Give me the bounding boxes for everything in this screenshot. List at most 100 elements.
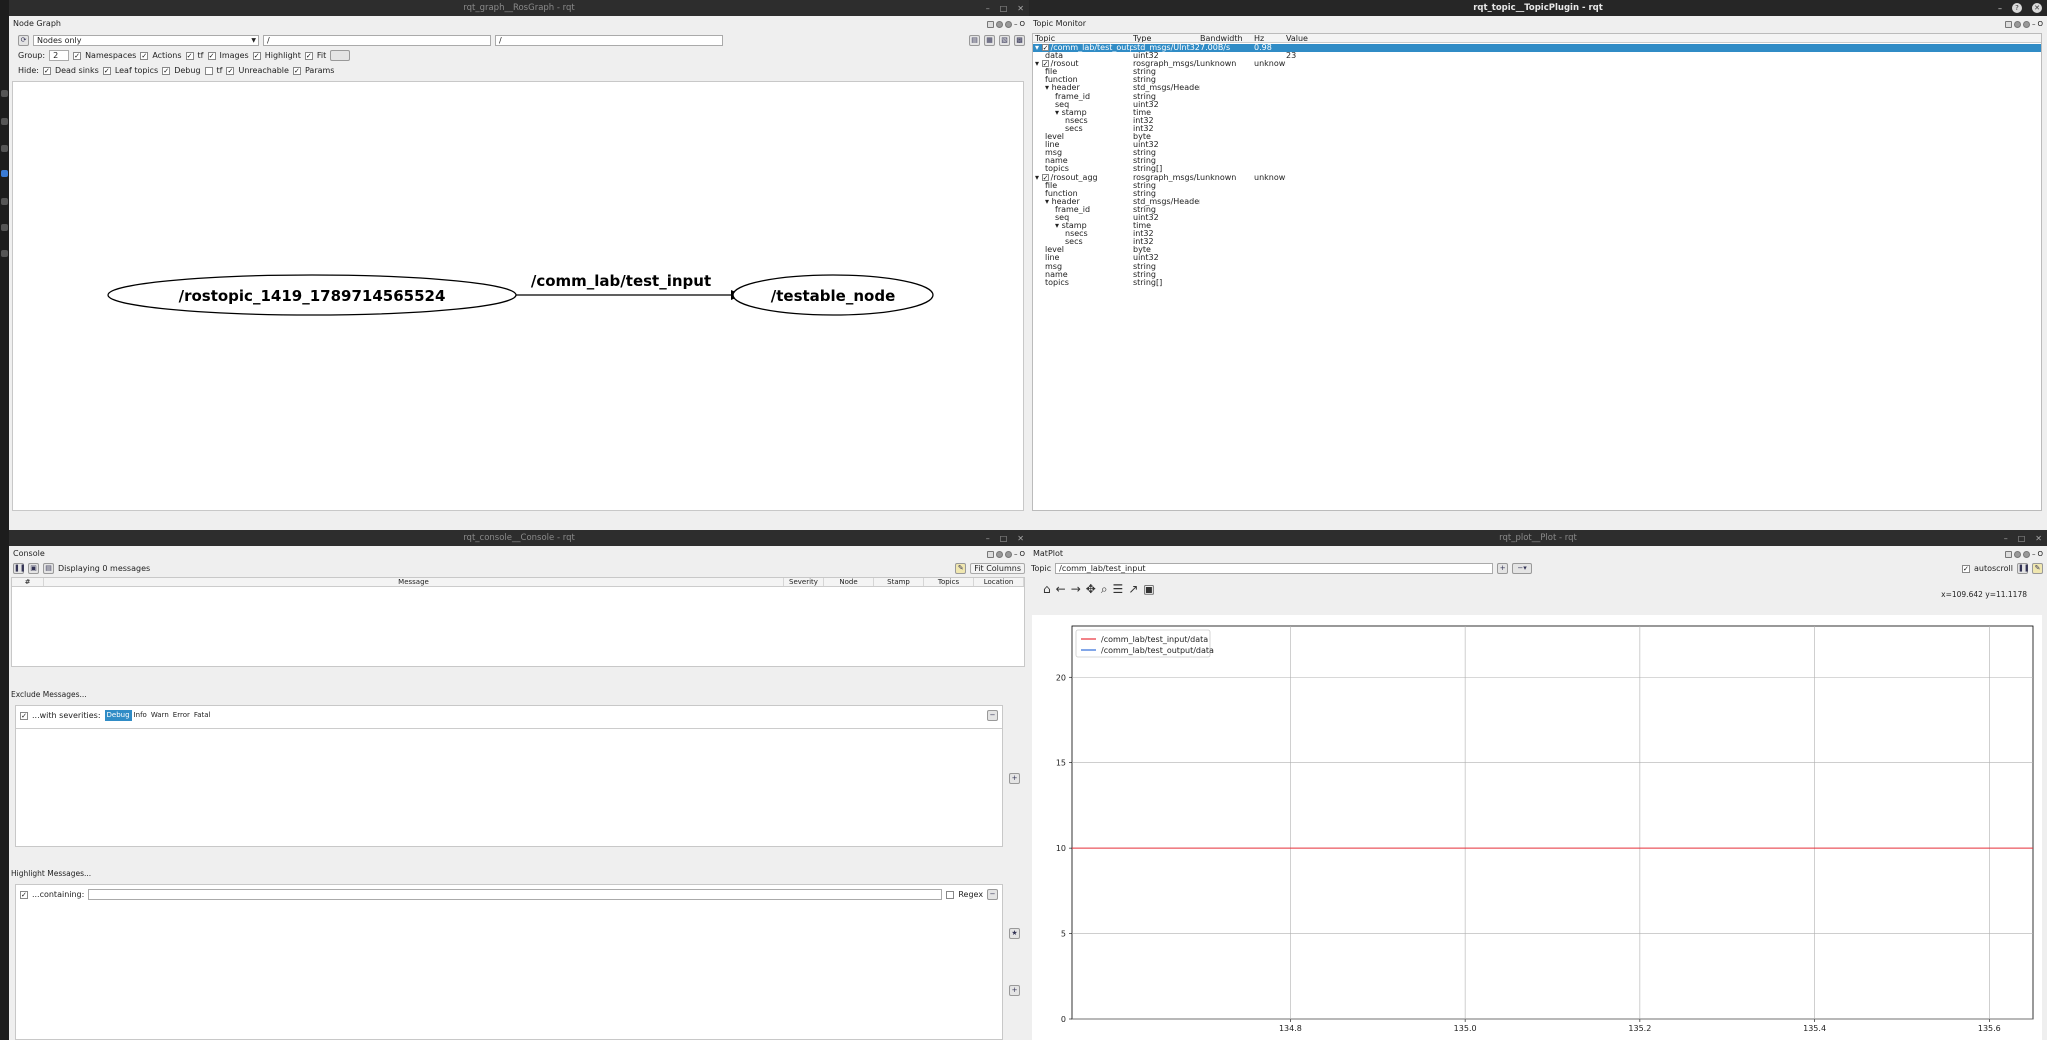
topic-row[interactable]: topics string[] <box>1033 279 2041 287</box>
topic-row[interactable]: ▾ header std_msgs/Header <box>1033 84 2041 92</box>
column-header-topics[interactable]: Topics <box>924 578 974 586</box>
topic-row[interactable]: line uint32 <box>1033 141 2041 149</box>
tf-hide-checkbox[interactable] <box>204 66 213 75</box>
refresh-icon[interactable]: ⟳ <box>18 35 29 46</box>
pause-icon[interactable]: ❚❚ <box>13 563 26 574</box>
group-spinbox[interactable]: 2 <box>49 50 70 61</box>
topic-row[interactable]: function string <box>1033 76 2041 84</box>
fit-checkbox[interactable]: ✓ <box>304 51 313 60</box>
column-header-stamp[interactable]: Stamp <box>874 578 924 586</box>
reload-icon[interactable] <box>2013 20 2021 28</box>
column-header-number[interactable]: # <box>12 578 44 586</box>
severity-option[interactable]: Debug <box>104 710 132 721</box>
topic-row[interactable]: name string <box>1033 271 2041 279</box>
help-icon[interactable] <box>986 20 994 28</box>
column-header-hz[interactable]: Hz <box>1254 34 1286 42</box>
topic-row[interactable]: secs int32 <box>1033 238 2041 246</box>
column-header-severity[interactable]: Severity <box>784 578 824 586</box>
topic-row[interactable]: frame_id string <box>1033 93 2041 101</box>
minimize-icon[interactable]: – <box>1014 18 1018 30</box>
leaf-topics-checkbox[interactable]: ✓ <box>102 66 111 75</box>
help-icon[interactable] <box>2004 550 2012 558</box>
topic-row[interactable]: ▾ stamp time <box>1033 109 2041 117</box>
forward-icon[interactable]: → <box>1071 582 1081 597</box>
topic-filter-input[interactable]: / <box>495 35 723 46</box>
topic-row[interactable]: level byte <box>1033 246 2041 254</box>
add-highlight-filter-icon[interactable]: + <box>1009 985 1020 996</box>
column-header-location[interactable]: Location <box>974 578 1024 586</box>
autoscroll-checkbox[interactable]: ✓ <box>1961 564 1970 573</box>
maximize-icon[interactable]: □ <box>1000 534 1008 543</box>
topic-row[interactable]: ▾ header std_msgs/Header <box>1033 198 2041 206</box>
reload-icon[interactable] <box>2013 550 2021 558</box>
close-icon[interactable]: ✕ <box>1017 534 1024 543</box>
topic-row[interactable]: nsecs int32 <box>1033 117 2041 125</box>
topic-row[interactable]: file string <box>1033 182 2041 190</box>
reload-icon[interactable] <box>995 20 1003 28</box>
topic-row[interactable]: msg string <box>1033 149 2041 157</box>
close-icon[interactable]: ✕ <box>1017 4 1024 13</box>
fit-columns-button[interactable]: Fit Columns <box>970 563 1025 574</box>
images-checkbox[interactable]: ✓ <box>207 51 216 60</box>
help-icon[interactable]: ? <box>2012 3 2022 13</box>
launcher-app-icon[interactable] <box>1 118 8 125</box>
close-icon[interactable]: ✕ <box>2035 534 2042 543</box>
plot-canvas[interactable]: 134.8 135.0 135.2 135.4 135.6 0 5 10 15 20/comm_l… <box>1032 615 2042 1040</box>
close-icon[interactable]: O <box>2037 18 2043 30</box>
topic-row[interactable]: seq uint32 <box>1033 214 2041 222</box>
node-filter-input[interactable]: / <box>263 35 491 46</box>
params-checkbox[interactable]: ✓ <box>292 66 301 75</box>
remove-topic-icon[interactable]: −▾ <box>1512 563 1533 574</box>
reload-icon[interactable] <box>995 550 1003 558</box>
debug-checkbox[interactable]: ✓ <box>162 66 171 75</box>
zoom-icon[interactable]: ⌕ <box>1101 582 1108 597</box>
save-image-icon[interactable]: ▩ <box>1014 35 1025 46</box>
options-icon[interactable] <box>2022 550 2030 558</box>
clear-icon[interactable]: ✎ <box>955 563 967 574</box>
options-icon[interactable] <box>1004 20 1012 28</box>
save-svg-icon[interactable]: ▧ <box>999 35 1010 46</box>
namespaces-checkbox[interactable]: ✓ <box>73 51 82 60</box>
unreachable-checkbox[interactable]: ✓ <box>226 66 235 75</box>
options-icon[interactable] <box>2022 20 2030 28</box>
topic-row[interactable]: file string <box>1033 68 2041 76</box>
launcher-app-icon[interactable] <box>1 170 8 177</box>
topic-row[interactable]: topics string[] <box>1033 165 2041 173</box>
minimize-icon[interactable]: – <box>2032 548 2036 560</box>
tf-checkbox[interactable]: ✓ <box>185 51 194 60</box>
topic-row[interactable]: level byte <box>1033 133 2041 141</box>
severity-filter-checkbox[interactable]: ✓ <box>20 711 28 720</box>
plot-topic-input[interactable]: /comm_lab/test_input <box>1055 563 1494 574</box>
close-icon[interactable]: O <box>2037 548 2043 560</box>
launcher-app-icon[interactable] <box>1 145 8 152</box>
minimize-icon[interactable]: – <box>986 534 990 543</box>
launcher-app-icon[interactable] <box>1 90 8 97</box>
fit-in-view-button[interactable] <box>330 50 351 61</box>
topic-row[interactable]: data uint32 23 <box>1033 52 2041 60</box>
topic-checkbox[interactable]: ✓ <box>1041 173 1049 181</box>
close-icon[interactable]: ✕ <box>2032 3 2042 13</box>
severity-option[interactable]: Warn <box>149 710 171 721</box>
topic-row[interactable]: frame_id string <box>1033 206 2041 214</box>
save-icon[interactable]: ▣ <box>28 563 39 574</box>
add-exclude-filter-icon[interactable]: + <box>1009 773 1020 784</box>
graph-canvas[interactable]: /rostopic_1419_1789714565524 /comm_lab/t… <box>12 81 1024 511</box>
launcher-app-icon[interactable] <box>1 224 8 231</box>
dead-sinks-checkbox[interactable]: ✓ <box>42 66 51 75</box>
minimize-icon[interactable]: – <box>2032 18 2036 30</box>
severity-option[interactable]: Fatal <box>192 710 213 721</box>
edit-axis-icon[interactable]: ↗ <box>1128 582 1138 597</box>
topic-row[interactable]: ▾ ✓/rosout_aggrosgraph_msgs/Logunknownun… <box>1033 173 2041 182</box>
column-header-node[interactable]: Node <box>824 578 874 586</box>
configure-subplots-icon[interactable]: ☰ <box>1113 582 1124 597</box>
topic-checkbox[interactable]: ✓ <box>1041 60 1049 68</box>
severity-option[interactable]: Error <box>171 710 192 721</box>
back-icon[interactable]: ← <box>1056 582 1066 597</box>
help-icon[interactable] <box>986 550 994 558</box>
topic-row[interactable]: ▾ ✓/comm_lab/test_outp...std_msgs/UInt32… <box>1033 44 2041 53</box>
topic-row[interactable]: ▾ stamp time <box>1033 222 2041 230</box>
topic-row[interactable]: ▾ ✓/rosoutrosgraph_msgs/Logunknownunknow… <box>1033 60 2041 68</box>
column-header-type[interactable]: Type <box>1133 34 1200 42</box>
highlight-icon[interactable]: ★ <box>1009 928 1020 939</box>
topic-row[interactable]: msg string <box>1033 263 2041 271</box>
